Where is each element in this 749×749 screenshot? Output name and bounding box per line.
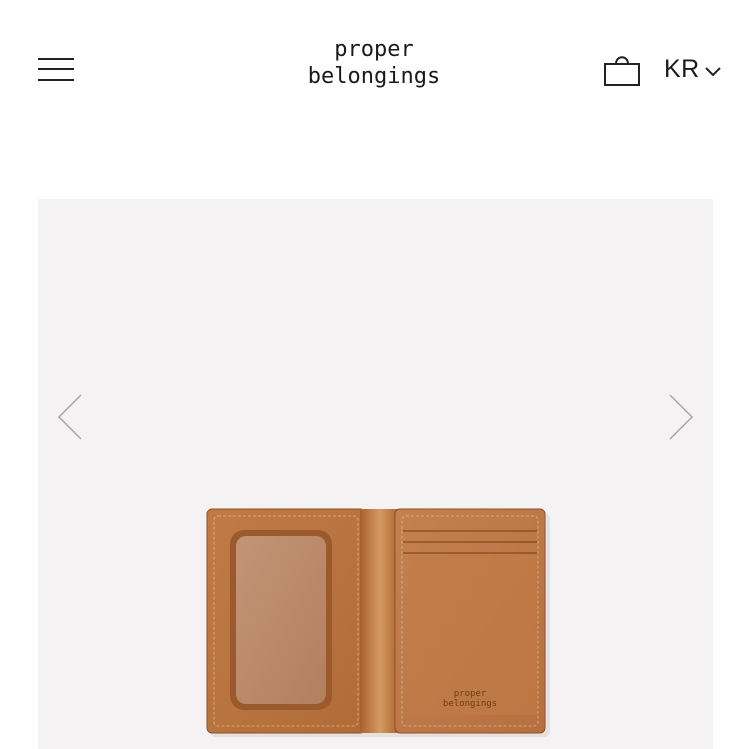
logo-line-2: belongings [307, 64, 441, 89]
wallet-imprint-line-2: belongings [443, 699, 497, 709]
chevron-down-icon [705, 66, 721, 76]
wallet-imprint-line-1: proper [454, 689, 487, 699]
shopping-bag-icon[interactable] [602, 51, 644, 89]
chevron-right-icon[interactable] [666, 393, 696, 441]
logo-line-1: proper [334, 37, 414, 62]
chevron-left-icon[interactable] [55, 393, 85, 441]
language-label: KR [664, 54, 700, 83]
hamburger-menu-icon[interactable] [36, 56, 76, 84]
language-selector[interactable]: KR [664, 52, 722, 86]
product-image-wallet: proper belongings [206, 508, 550, 737]
brand-logo[interactable]: proper belongings [274, 36, 474, 90]
site-header: proper belongings KR [0, 0, 749, 140]
